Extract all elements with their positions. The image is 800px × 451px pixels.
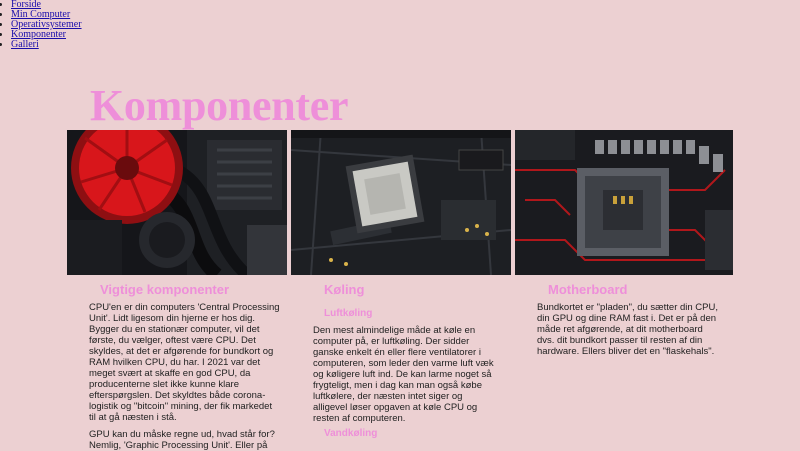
column-heading-koling: Køling (324, 282, 365, 297)
column-paragraph-luftkoling: Den mest almindelige måde at køle en com… (313, 325, 494, 424)
column-heading-motherboard: Motherboard (548, 282, 628, 297)
column-paragraph-cpu: CPU'en er din computers 'Central Process… (89, 302, 280, 423)
motherboard-image (515, 130, 735, 275)
subheading-luftkoling: Luftkøling (324, 308, 373, 319)
nav-item: Galleri (11, 40, 82, 50)
column-paragraph-motherboard: Bundkortet er "pladen", du sætter din CP… (537, 302, 719, 357)
subheading-vandkoling: Vandkøling (324, 428, 378, 439)
nav-menu: Forside Min Computer Operativsystemer Ko… (0, 0, 82, 50)
cpu-cooler-image (67, 130, 287, 275)
ryzen-cpu-image (291, 130, 511, 275)
column-heading-vigtige-komponenter: Vigtige komponenter (100, 282, 230, 297)
page-title: Komponenter (90, 81, 349, 130)
nav-link-galleri[interactable]: Galleri (11, 39, 39, 50)
column-paragraph-gpu: GPU kan du måske regne ud, hvad står for… (89, 429, 275, 451)
